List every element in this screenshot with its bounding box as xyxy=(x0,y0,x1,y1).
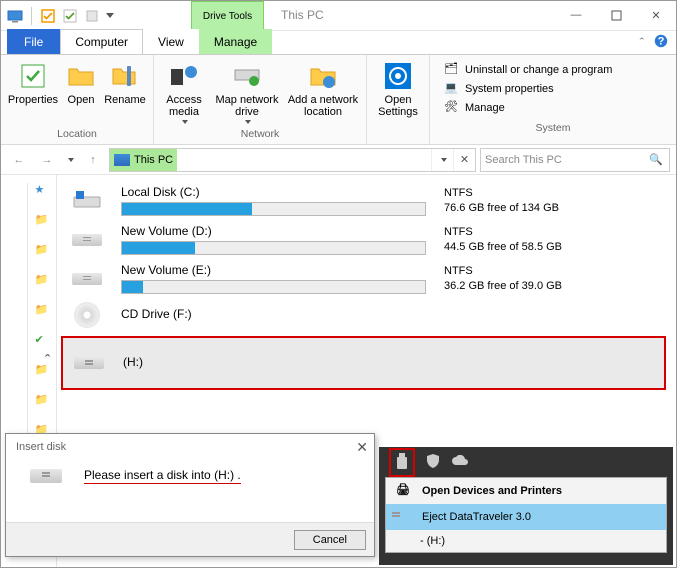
devices-icon: 🖨 xyxy=(396,483,412,499)
minimize-button[interactable]: — xyxy=(556,1,596,29)
refresh-button[interactable]: ✕ xyxy=(453,149,475,171)
drive-d[interactable]: New Volume (D:) NTFS 44.5 GB free of 58.… xyxy=(61,220,666,259)
open-folder-icon xyxy=(65,60,97,92)
usage-bar xyxy=(121,280,426,294)
ribbon-tabs: File Computer View Manage ˆ ? xyxy=(1,31,676,55)
scroll-up-icon[interactable]: ˆ xyxy=(45,353,50,371)
dialog-close-button[interactable]: ✕ xyxy=(356,439,368,456)
pc-addr-icon xyxy=(114,154,130,166)
open-devices-item[interactable]: 🖨 Open Devices and Printers xyxy=(386,478,666,504)
collapse-ribbon-icon[interactable]: ˆ xyxy=(640,35,644,50)
usage-bar xyxy=(121,241,426,255)
usb-tray-icon[interactable] xyxy=(389,448,415,477)
drive-dialog-icon xyxy=(30,469,62,483)
search-input[interactable]: Search This PC 🔍 xyxy=(480,148,670,172)
eject-item[interactable]: Eject DataTraveler 3.0 xyxy=(386,504,666,530)
dialog-title: Insert disk xyxy=(16,441,66,453)
checkbox-icon[interactable] xyxy=(40,8,56,24)
group-system-label: System xyxy=(436,120,670,136)
media-icon xyxy=(168,60,200,92)
folder2-icon[interactable]: 📁 xyxy=(35,243,51,259)
cloud-tray-icon[interactable] xyxy=(451,455,469,470)
tab-computer[interactable]: Computer xyxy=(60,29,143,54)
add-location-button[interactable]: Add a network location xyxy=(286,58,360,118)
map-drive-button[interactable]: Map network drive xyxy=(210,58,284,124)
svg-text:?: ? xyxy=(658,36,665,48)
check-icon[interactable]: ✔ xyxy=(35,333,51,349)
address-bar: ← → ↑ This PC ✕ Search This PC 🔍 xyxy=(1,145,676,175)
drive-h[interactable]: (H:) xyxy=(61,336,666,390)
removable-icon xyxy=(73,350,105,376)
cd-icon xyxy=(71,302,103,328)
forward-button[interactable]: → xyxy=(35,148,59,172)
maximize-button[interactable] xyxy=(596,1,636,29)
pc-icon xyxy=(7,8,23,24)
hdd-icon xyxy=(71,227,103,253)
address-dropdown[interactable] xyxy=(431,149,453,171)
usage-bar xyxy=(121,202,426,216)
settings-icon xyxy=(382,60,414,92)
eject-menu: 🖨 Open Devices and Printers Eject DataTr… xyxy=(385,477,667,553)
help-icon[interactable]: ? xyxy=(654,34,668,51)
open-settings-button[interactable]: Open Settings xyxy=(373,58,423,118)
folder3-icon[interactable]: 📁 xyxy=(35,273,51,289)
insert-disk-dialog: Insert disk ✕ Please insert a disk into … xyxy=(5,433,375,557)
address-text: This PC xyxy=(134,154,173,166)
item-icon[interactable] xyxy=(84,8,100,24)
hdd-icon xyxy=(71,266,103,292)
window-title: This PC xyxy=(281,8,324,22)
uninstall-icon: 🗂 xyxy=(444,62,460,78)
tab-manage[interactable]: Manage xyxy=(199,29,272,54)
folder1-icon[interactable]: 📁 xyxy=(35,213,51,229)
history-dropdown[interactable] xyxy=(63,148,77,172)
drive-e[interactable]: New Volume (E:) NTFS 36.2 GB free of 39.… xyxy=(61,259,666,298)
drive-f[interactable]: CD Drive (F:) xyxy=(61,298,666,332)
search-placeholder: Search This PC xyxy=(485,154,562,166)
cancel-button[interactable]: Cancel xyxy=(294,530,366,550)
tab-view[interactable]: View xyxy=(143,29,199,54)
eject-sub-h[interactable]: - (H:) xyxy=(386,530,666,552)
folder4-icon[interactable]: 📁 xyxy=(35,303,51,319)
add-location-icon xyxy=(307,60,339,92)
qat-dropdown[interactable] xyxy=(106,13,114,19)
manage-button[interactable]: 🛠Manage xyxy=(444,100,662,116)
rename-icon xyxy=(109,60,141,92)
titlebar: Drive Tools This PC — ✕ xyxy=(1,1,676,31)
rename-button[interactable]: Rename xyxy=(103,58,147,106)
drive-menu-icon xyxy=(396,509,412,525)
address-field[interactable]: This PC ✕ xyxy=(109,148,476,172)
manage-icon: 🛠 xyxy=(444,100,460,116)
close-button[interactable]: ✕ xyxy=(636,1,676,29)
checkbox2-icon[interactable] xyxy=(62,8,78,24)
dialog-message: Please insert a disk into (H:) . xyxy=(84,468,241,484)
drive-tools-tab[interactable]: Drive Tools xyxy=(191,1,264,31)
open-button[interactable]: Open xyxy=(61,58,101,106)
star-icon[interactable]: ★ xyxy=(35,183,51,199)
up-button[interactable]: ↑ xyxy=(81,148,105,172)
ribbon: Properties Open Rename Location Access m… xyxy=(1,55,676,145)
drive-c[interactable]: Local Disk (C:) NTFS 76.6 GB free of 134… xyxy=(61,181,666,220)
system-properties-button[interactable]: 💻System properties xyxy=(444,81,662,97)
properties-icon xyxy=(17,60,49,92)
back-button[interactable]: ← xyxy=(7,148,31,172)
search-icon: 🔍 xyxy=(649,153,663,166)
pc-small-icon: 💻 xyxy=(444,81,460,97)
uninstall-program-button[interactable]: 🗂Uninstall or change a program xyxy=(444,62,662,78)
properties-button[interactable]: Properties xyxy=(7,58,59,106)
hdd-icon xyxy=(71,188,103,214)
access-media-button[interactable]: Access media xyxy=(160,58,208,124)
group-network-label: Network xyxy=(160,126,360,142)
map-drive-icon xyxy=(231,60,263,92)
tab-file[interactable]: File xyxy=(7,29,60,54)
folder6-icon[interactable]: 📁 xyxy=(35,393,51,409)
group-location-label: Location xyxy=(7,126,147,142)
shield-tray-icon[interactable] xyxy=(425,453,441,472)
